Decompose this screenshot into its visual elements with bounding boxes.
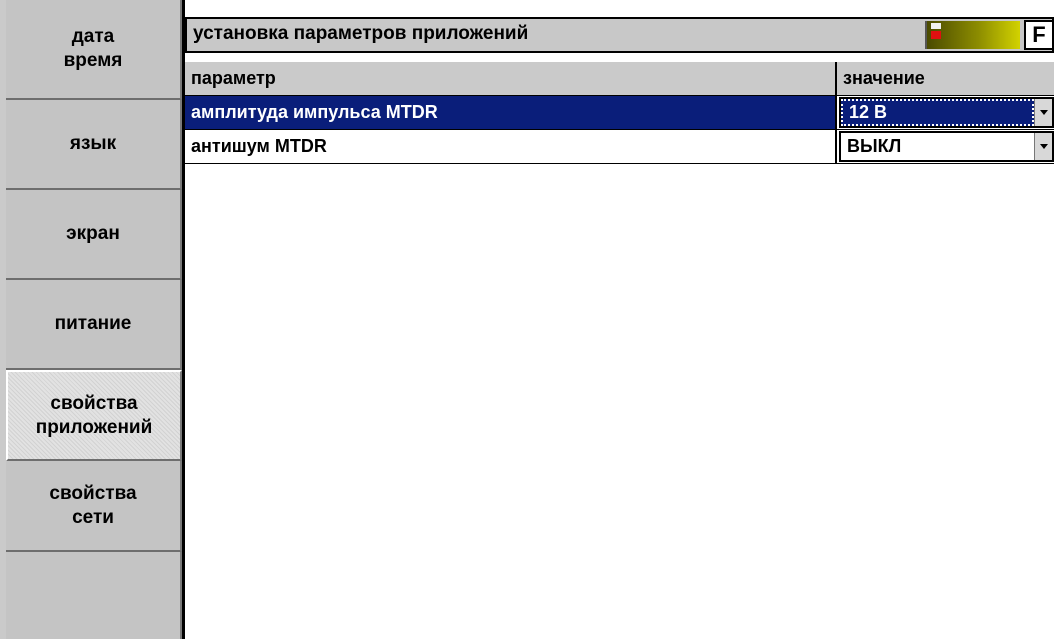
sidebar-item-language[interactable]: язык <box>6 100 182 190</box>
sidebar-item-label: питание <box>54 313 132 334</box>
parameters-table: параметр значение амплитуда импульса MTD… <box>185 60 1054 164</box>
dropdown-value: ВЫКЛ <box>847 136 902 156</box>
dropdown-value: 12 В <box>841 99 1034 126</box>
chevron-down-icon[interactable] <box>1034 133 1052 160</box>
function-button[interactable]: F <box>1024 20 1054 50</box>
sidebar-item-label: свойства сети <box>49 482 137 528</box>
chevron-down-icon[interactable] <box>1034 99 1052 126</box>
title-bar: установка параметров приложений F <box>185 17 1054 53</box>
parameter-name: антишум MTDR <box>185 130 837 163</box>
sidebar-item-label: язык <box>69 133 117 154</box>
sidebar-item-label: дата время <box>63 26 123 71</box>
settings-sidebar: дата время язык экран питание свойства п… <box>0 0 182 639</box>
column-header-value: значение <box>843 68 925 88</box>
sidebar-empty-slot <box>6 552 182 639</box>
table-header: параметр значение <box>185 60 1054 96</box>
sidebar-item-label: экран <box>66 223 120 244</box>
indicator-light <box>931 23 941 29</box>
page-title: установка параметров приложений <box>193 23 529 44</box>
column-header-parameter: параметр <box>185 62 837 95</box>
indicator-alarm-light <box>931 31 941 39</box>
value-dropdown[interactable]: ВЫКЛ <box>839 131 1054 162</box>
sidebar-item-label: свойства приложений <box>35 392 153 438</box>
main-panel: установка параметров приложений F параме… <box>182 0 1054 639</box>
sidebar-item-network-properties[interactable]: свойства сети <box>6 461 182 552</box>
status-indicator <box>925 21 1020 49</box>
sidebar-item-date-time[interactable]: дата время <box>6 0 182 100</box>
sidebar-item-screen[interactable]: экран <box>6 190 182 280</box>
sidebar-item-power[interactable]: питание <box>6 280 182 370</box>
value-dropdown[interactable]: 12 В <box>839 97 1054 128</box>
table-row[interactable]: антишум MTDR ВЫКЛ <box>185 130 1054 164</box>
parameter-name: амплитуда импульса MTDR <box>185 96 837 129</box>
table-row[interactable]: амплитуда импульса MTDR 12 В <box>185 96 1054 130</box>
sidebar-item-app-properties[interactable]: свойства приложений <box>6 370 182 461</box>
